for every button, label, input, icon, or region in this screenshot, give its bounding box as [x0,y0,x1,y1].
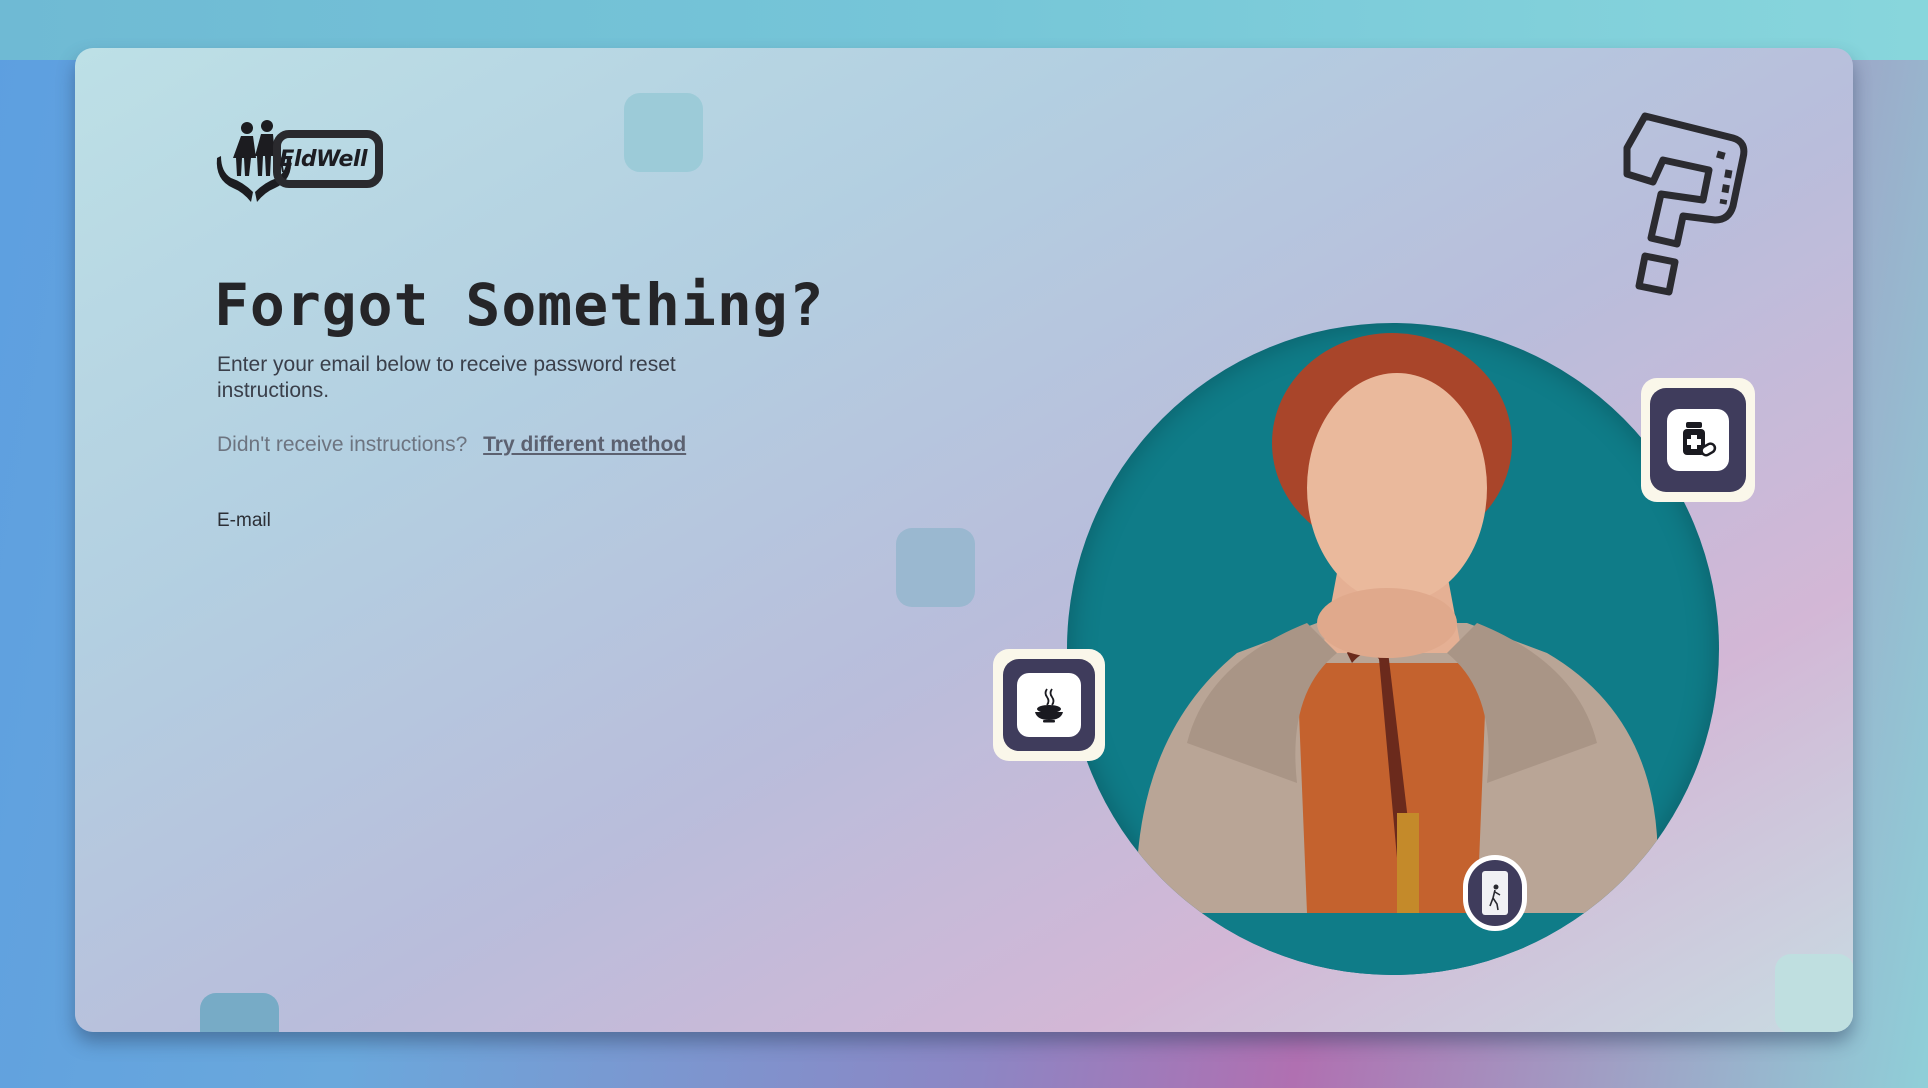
resend-row: Didn't receive instructions? Try differe… [217,433,686,457]
hero-portrait-circle [1067,323,1719,975]
door-exit-icon [1489,884,1501,911]
try-different-method-link[interactable]: Try different method [483,433,686,456]
question-mark-icon [1623,112,1748,296]
forgot-password-card: EldWell Forgot Something? Enter your ema… [75,48,1853,1032]
food-bowl-icon [1035,688,1063,723]
decorative-square [1775,954,1853,1032]
elderly-woman-photo [1067,333,1719,975]
instructions-text: Enter your email below to receive passwo… [217,353,676,402]
food-badge [993,649,1105,761]
medicine-badge [1641,378,1755,502]
logo-frame: EldWell [273,130,383,188]
decorative-square [896,528,975,607]
medicine-bottle-icon [1683,422,1717,457]
decorative-square [200,993,279,1032]
decorative-square [624,93,703,172]
exit-badge [1463,855,1527,931]
resend-prompt: Didn't receive instructions? [217,433,468,456]
brand-logo[interactable]: EldWell [213,114,413,204]
page-title: Forgot Something? [214,271,825,339]
email-label: E-mail [217,510,271,531]
brand-name: EldWell [279,146,367,172]
